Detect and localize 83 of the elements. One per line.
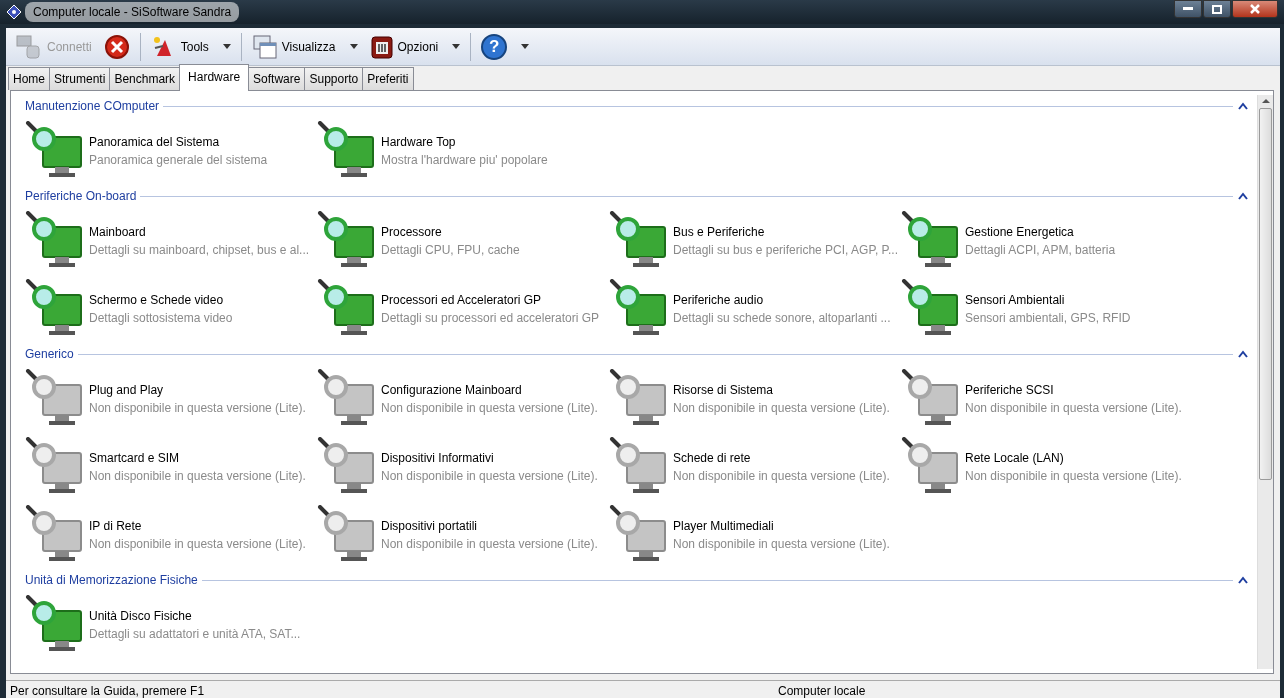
minimize-icon <box>1183 7 1193 11</box>
item-description: Mostra l'hardware piu' popolare <box>381 152 548 169</box>
stop-icon <box>103 33 130 60</box>
item-description: Dettagli su mainboard, chipset, bus e al... <box>89 242 310 259</box>
item-description: Non disponibile in questa versione (Lite). <box>89 536 306 553</box>
tab[interactable]: Preferiti <box>362 67 414 90</box>
tools-button[interactable]: Tools <box>145 30 236 63</box>
item-description: Dettagli ACPI, APM, batteria <box>965 242 1116 259</box>
item-title[interactable]: IP di Rete <box>89 517 306 535</box>
item-description: Non disponibile in questa versione (Lite). <box>89 468 306 485</box>
item-title[interactable]: Risorse di Sistema <box>673 381 890 399</box>
item-description: Panoramica generale del sistema <box>89 152 268 169</box>
close-button[interactable] <box>1232 0 1278 18</box>
item-description: Non disponibile in questa versione (Lite). <box>673 468 890 485</box>
scrollbar[interactable] <box>1257 95 1273 669</box>
tab[interactable]: Home <box>8 67 50 90</box>
item-description: Non disponibile in questa versione (Lite). <box>89 400 306 417</box>
item-description: Dettagli su schede sonore, altoparlanti ... <box>673 310 891 327</box>
help-icon: ? <box>481 33 508 60</box>
item-title[interactable]: Player Multimediali <box>673 517 890 535</box>
item-title[interactable]: Rete Locale (LAN) <box>965 449 1182 467</box>
minimize-button[interactable] <box>1174 0 1202 18</box>
item-title[interactable]: Smartcard e SIM <box>89 449 306 467</box>
item-title[interactable]: Mainboard <box>89 223 310 241</box>
section-title: Unità di Memorizzazione Fisiche <box>25 572 198 589</box>
item-description: Sensori ambientali, GPS, RFID <box>965 310 1131 327</box>
item-description: Dettagli CPU, FPU, cache <box>381 242 520 259</box>
caret-icon <box>452 44 461 49</box>
item-description: Non disponibile in questa versione (Lite). <box>381 468 598 485</box>
item-title[interactable]: Schede di rete <box>673 449 890 467</box>
tab[interactable]: Hardware <box>179 64 250 91</box>
section-title: Periferiche On-board <box>25 188 137 205</box>
item-description: Dettagli su adattatori e unità ATA, SAT... <box>89 626 301 643</box>
item-title[interactable]: Panoramica del Sistema <box>89 133 268 151</box>
collapse-chevron-icon[interactable] <box>1237 192 1249 200</box>
help-button[interactable]: ? <box>476 30 535 63</box>
item-title[interactable]: Plug and Play <box>89 381 306 399</box>
maximize-icon <box>1212 4 1222 14</box>
tab[interactable]: Strumenti <box>49 67 111 90</box>
item-description: Non disponibile in questa versione (Lite). <box>673 536 890 553</box>
item-title[interactable]: Dispositivi Informativi <box>381 449 598 467</box>
collapse-chevron-icon[interactable] <box>1237 576 1249 584</box>
maximize-button[interactable] <box>1203 0 1231 18</box>
item-title[interactable]: Bus e Periferiche <box>673 223 898 241</box>
caret-icon <box>521 44 530 49</box>
item-title[interactable]: Configurazione Mainboard <box>381 381 598 399</box>
item-title[interactable]: Sensori Ambientali <box>965 291 1131 309</box>
item-description: Non disponibile in questa versione (Lite). <box>673 400 890 417</box>
item-title[interactable]: Hardware Top <box>381 133 548 151</box>
item-title[interactable]: Unità Disco Fisiche <box>89 607 301 625</box>
item-title[interactable]: Processore <box>381 223 520 241</box>
item-title[interactable]: Processori ed Acceleratori GP <box>381 291 600 309</box>
item-title[interactable]: Periferiche audio <box>673 291 891 309</box>
window-title: Computer locale - SiSoftware Sandra <box>25 2 240 22</box>
item-description: Non disponibile in questa versione (Lite). <box>965 468 1182 485</box>
caret-icon <box>222 44 231 49</box>
windows-icon <box>251 33 278 60</box>
item-title[interactable]: Gestione Energetica <box>965 223 1116 241</box>
tab[interactable]: Software <box>248 67 306 90</box>
item-description: Non disponibile in questa versione (Lite). <box>965 400 1182 417</box>
caret-icon <box>349 44 358 49</box>
item-description: Non disponibile in questa versione (Lite). <box>381 536 598 553</box>
status-text: Per consultare la Guida, premere F1 <box>9 683 206 698</box>
control-panel-icon <box>369 33 394 60</box>
tab[interactable]: Benchmark <box>109 67 181 90</box>
section-title: Generico <box>25 346 74 363</box>
item-title[interactable]: Schermo e Schede video <box>89 291 233 309</box>
item-title[interactable]: Dispositivi portatili <box>381 517 598 535</box>
section-title: Manutenzione COmputer <box>25 98 160 115</box>
item-description: Dettagli sottosistema video <box>89 310 233 327</box>
collapse-chevron-icon[interactable] <box>1237 102 1249 110</box>
app-icon <box>6 4 22 20</box>
collapse-chevron-icon[interactable] <box>1237 350 1249 358</box>
scroll-up-arrow-icon[interactable] <box>1261 98 1270 104</box>
item-description: Dettagli su bus e periferiche PCI, AGP, P... <box>673 242 898 259</box>
tab[interactable]: Supporto <box>304 67 364 90</box>
status-text: Computer locale <box>777 683 867 698</box>
item-description: Dettagli su processori ed acceleratori GP <box>381 310 600 327</box>
close-icon <box>1250 4 1260 14</box>
windows-button[interactable]: Visualizza <box>246 30 363 63</box>
control-panel-button[interactable]: Opzioni <box>364 30 466 63</box>
item-title[interactable]: Periferiche SCSI <box>965 381 1182 399</box>
item-description: Non disponibile in questa versione (Lite). <box>381 400 598 417</box>
